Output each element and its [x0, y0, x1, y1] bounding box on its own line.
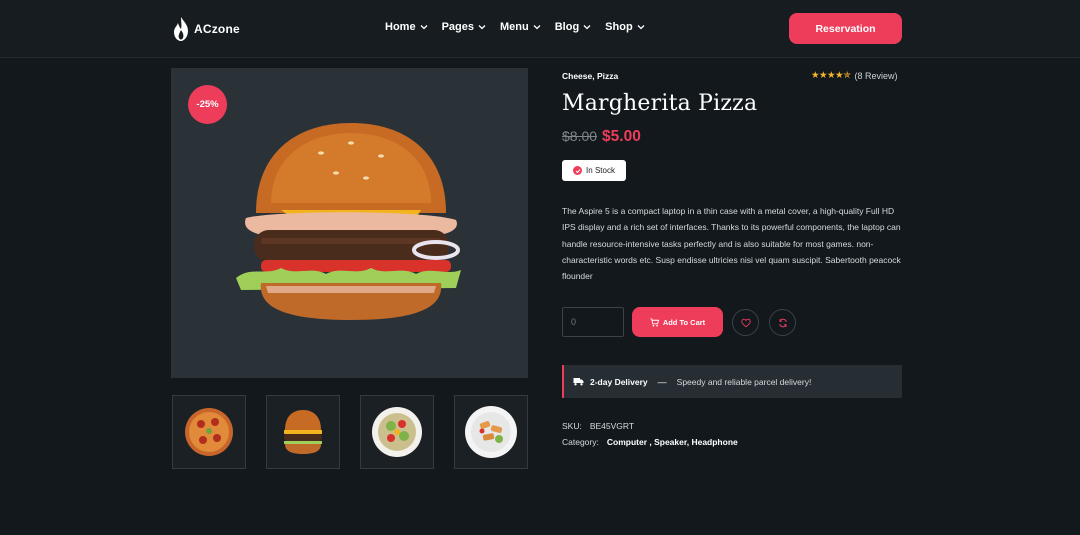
nav-item-shop[interactable]: Shop — [605, 21, 645, 33]
nav-item-blog[interactable]: Blog — [555, 21, 591, 33]
nav-item-pages[interactable]: Pages — [442, 21, 486, 33]
product-rating: ★★★★✯ (8 Review) — [811, 70, 898, 81]
reservation-button[interactable]: Reservation — [789, 13, 902, 44]
discount-badge: -25% — [188, 85, 227, 124]
product-description: The Aspire 5 is a compact laptop in a th… — [562, 206, 901, 282]
chevron-down-icon — [583, 25, 591, 30]
heart-icon — [740, 318, 751, 327]
delivery-separator: — — [657, 376, 667, 387]
thumbnail-pizza[interactable] — [172, 395, 246, 469]
brand-logo[interactable]: ACzone — [172, 16, 240, 42]
brand-name: ACzone — [194, 22, 240, 36]
chevron-down-icon — [420, 25, 428, 30]
current-price: $5.00 — [602, 128, 641, 145]
star-rating-icon: ★★★★✯ — [811, 70, 851, 81]
delivery-text: Speedy and reliable parcel delivery! — [676, 376, 812, 387]
wishlist-button[interactable] — [732, 309, 759, 336]
nav-label: Shop — [605, 21, 633, 33]
check-circle-icon — [573, 166, 583, 175]
nav-label: Home — [385, 21, 416, 33]
delivery-info-bar: 2-day Delivery — Speedy and reliable par… — [562, 365, 902, 398]
add-to-cart-label: Add To Cart — [662, 317, 706, 327]
sku-row: SKU: BE45VGRT — [562, 421, 634, 431]
nav-label: Blog — [554, 21, 580, 33]
refresh-icon — [778, 318, 787, 327]
pizza-thumbnail-icon — [185, 408, 233, 456]
site-header: ACzone Home Pages Menu Blog Shop Reserva… — [0, 0, 1080, 58]
chevron-down-icon — [637, 25, 645, 30]
thumbnail-burger[interactable] — [266, 395, 340, 469]
main-nav: Home Pages Menu Blog Shop — [385, 21, 645, 33]
nav-label: Menu — [499, 21, 529, 33]
compare-button[interactable] — [769, 309, 796, 336]
sku-value: BE45VGRT — [589, 421, 635, 431]
product-categories[interactable]: Cheese, Pizza — [562, 71, 618, 81]
burger-image — [236, 123, 461, 320]
add-to-cart-button[interactable]: Add To Cart — [632, 307, 723, 337]
salad-thumbnail-icon — [372, 407, 422, 457]
category-link-speaker[interactable]: Speaker — [654, 437, 687, 447]
flame-icon — [174, 17, 188, 41]
category-label: Category: — [562, 437, 599, 447]
nav-label: Pages — [441, 21, 474, 33]
burger-thumbnail-icon — [284, 410, 322, 454]
chevron-down-icon — [533, 25, 541, 30]
stock-label: In Stock — [586, 166, 615, 175]
cart-icon — [650, 317, 659, 326]
product-title: Margherita Pizza — [562, 91, 758, 116]
delivery-title: 2-day Delivery — [590, 376, 648, 387]
product-main-image[interactable]: -25% — [171, 68, 528, 378]
category-link-headphone[interactable]: Headphone — [691, 437, 737, 447]
category-row: Category: Computer , Speaker, Headphone — [562, 437, 738, 447]
price-row: $8.00 $5.00 — [562, 128, 641, 146]
sku-label: SKU: — [562, 421, 582, 431]
quantity-input[interactable] — [562, 307, 624, 337]
chevron-down-icon — [478, 25, 486, 30]
truck-icon — [573, 378, 584, 386]
category-link-computer[interactable]: Computer — [607, 437, 647, 447]
thumbnail-plate[interactable] — [454, 395, 528, 469]
old-price: $8.00 — [562, 128, 598, 144]
nav-item-home[interactable]: Home — [385, 21, 428, 33]
review-count[interactable]: (8 Review) — [855, 71, 898, 81]
stock-status-badge: In Stock — [562, 160, 626, 181]
thumbnail-salad[interactable] — [360, 395, 434, 469]
nav-item-menu[interactable]: Menu — [500, 21, 541, 33]
thumbnail-gallery — [172, 395, 528, 469]
plate-thumbnail-icon — [465, 406, 517, 458]
